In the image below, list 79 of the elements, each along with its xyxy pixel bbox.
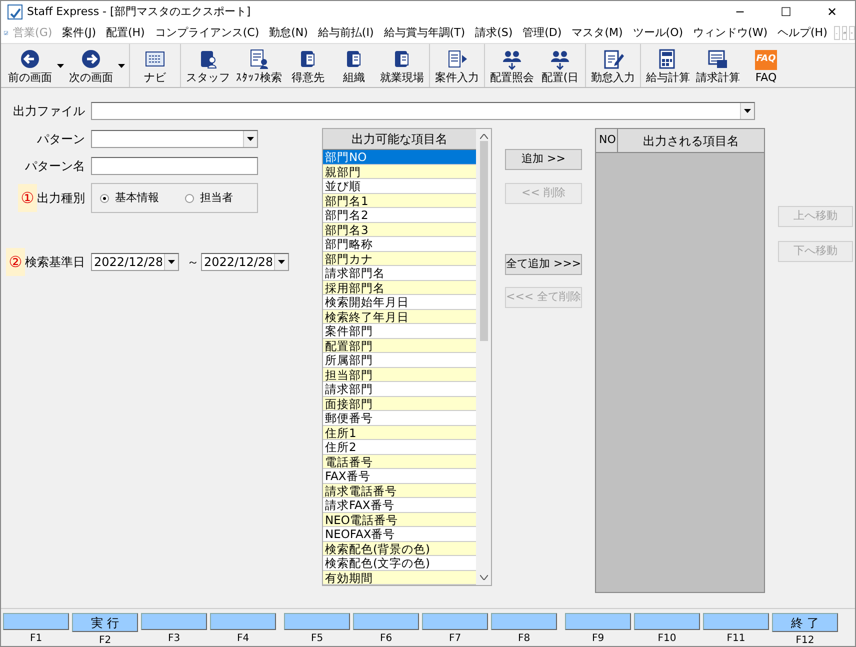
toolbar-button[interactable]: 就業現場	[377, 44, 427, 87]
list-item[interactable]: 部門名3	[323, 222, 476, 237]
key-label: F7	[448, 632, 462, 646]
key-label: F3	[168, 632, 180, 646]
minimize-button[interactable]: ─	[717, 1, 763, 23]
key-label: F6	[380, 632, 392, 646]
toolbar-button[interactable]: FAQ FAQ	[743, 44, 789, 87]
menu-item[interactable]: 勤怠(N)	[264, 24, 313, 42]
field-label: 出力ファイル	[12, 103, 86, 120]
column-header: 出力される項目名	[642, 132, 740, 150]
menu-item[interactable]: 管理(D)	[518, 24, 567, 42]
list-item[interactable]: 部門NO	[323, 150, 476, 164]
close-button[interactable]: ✕	[809, 1, 855, 23]
list-item[interactable]: 部門カナ	[323, 252, 476, 266]
list-item[interactable]: 有効期間	[323, 570, 476, 585]
list-item[interactable]: 部門名1	[323, 194, 476, 208]
range-separator: ～	[187, 254, 199, 272]
step-number: ②	[6, 248, 25, 276]
toolbar-button[interactable]: 請求計算	[693, 44, 743, 87]
function-key-button[interactable]: 実 行	[72, 613, 138, 632]
field-label: パターン	[36, 131, 86, 148]
menu-item[interactable]: 案件(J)	[57, 24, 101, 42]
toolbar-button[interactable]: 前の画面	[5, 44, 55, 87]
key-label: F11	[726, 632, 746, 646]
list-item[interactable]: 親部門	[323, 164, 476, 179]
key-label: F4	[236, 632, 250, 646]
toolbar-button[interactable]: スタッフ	[183, 44, 233, 87]
toolbar-button[interactable]: 案件入力	[432, 44, 482, 87]
list-item[interactable]: 請求電話番号	[323, 484, 476, 498]
maximize-button[interactable]: ☐	[763, 1, 809, 23]
faq-icon: FAQ	[755, 50, 777, 70]
list-item[interactable]: 住所1	[323, 426, 476, 440]
list-item[interactable]: 面接部門	[323, 396, 476, 411]
key-label: F10	[658, 632, 676, 646]
field-label: 検索基準日	[25, 254, 85, 272]
key-label: F12	[796, 634, 814, 647]
step-number: ①	[18, 184, 37, 212]
column-header: NO	[596, 129, 618, 152]
function-key-button[interactable]: 終 了	[772, 613, 838, 632]
toolbar-button[interactable]: 組織	[331, 44, 377, 87]
list-item[interactable]: 検索終了年月日	[323, 310, 476, 324]
list-item[interactable]: NEO電話番号	[323, 512, 476, 527]
date-field[interactable]: 2022/12/28	[91, 253, 179, 272]
key-label: F5	[310, 632, 324, 646]
list-item[interactable]: 電話番号	[323, 454, 476, 469]
transfer-button[interactable]: 全て追加 >>>	[505, 254, 582, 275]
menu-item[interactable]: 配置(H)	[100, 24, 150, 42]
toolbar-button[interactable]: 配置(日	[537, 44, 583, 87]
list-item[interactable]: 検索配色(背景の色)	[323, 542, 476, 556]
menu-item[interactable]: コンプライアンス(C)	[150, 24, 264, 42]
toolbar-button[interactable]: 配置照会	[487, 44, 537, 87]
toolbar-button[interactable]: 次の画面	[66, 44, 116, 87]
toolbar-button[interactable]: ｽﾀｯﾌ検索	[233, 44, 285, 87]
toolbar-button[interactable]: 勤怠入力	[588, 44, 638, 87]
key-label: F8	[518, 632, 530, 646]
list-item[interactable]: 採用部門名	[323, 280, 476, 295]
field-label: パターン名	[24, 158, 86, 175]
date-field[interactable]: 2022/12/28	[201, 253, 289, 272]
toolbar-button[interactable]: ナビ	[132, 44, 178, 87]
transfer-button[interactable]: 追加 >>	[505, 149, 582, 170]
list-item[interactable]: 担当部門	[323, 368, 476, 382]
menu-item[interactable]: マスタ(M)	[566, 24, 628, 42]
menu-item[interactable]: ヘルプ(H)	[772, 24, 832, 42]
menu-item[interactable]: 給与賞与年調(T)	[378, 24, 470, 42]
menu-item[interactable]: ウィンドウ(W)	[688, 24, 772, 42]
toolbar-button[interactable]: 得意先	[285, 44, 331, 87]
key-label: F2	[98, 634, 112, 647]
key-label: F9	[592, 632, 604, 646]
list-item[interactable]: 配置部門	[323, 338, 476, 353]
menu-item[interactable]: ツール(O)	[628, 24, 688, 42]
menu-item[interactable]: 請求(S)	[470, 24, 518, 42]
toolbar-button[interactable]: 給与計算	[643, 44, 693, 87]
window-title: Staff Express - [部門マスタのエクスポート]	[26, 4, 252, 20]
field-label: 出力種別	[37, 190, 85, 207]
radio-label: 担当者	[200, 190, 233, 206]
radio-label: 基本情報	[115, 190, 159, 206]
menu-item[interactable]: 給与前払(I)	[312, 24, 379, 42]
column-header: 出力可能な項目名	[323, 129, 476, 150]
key-label: F1	[30, 632, 42, 646]
